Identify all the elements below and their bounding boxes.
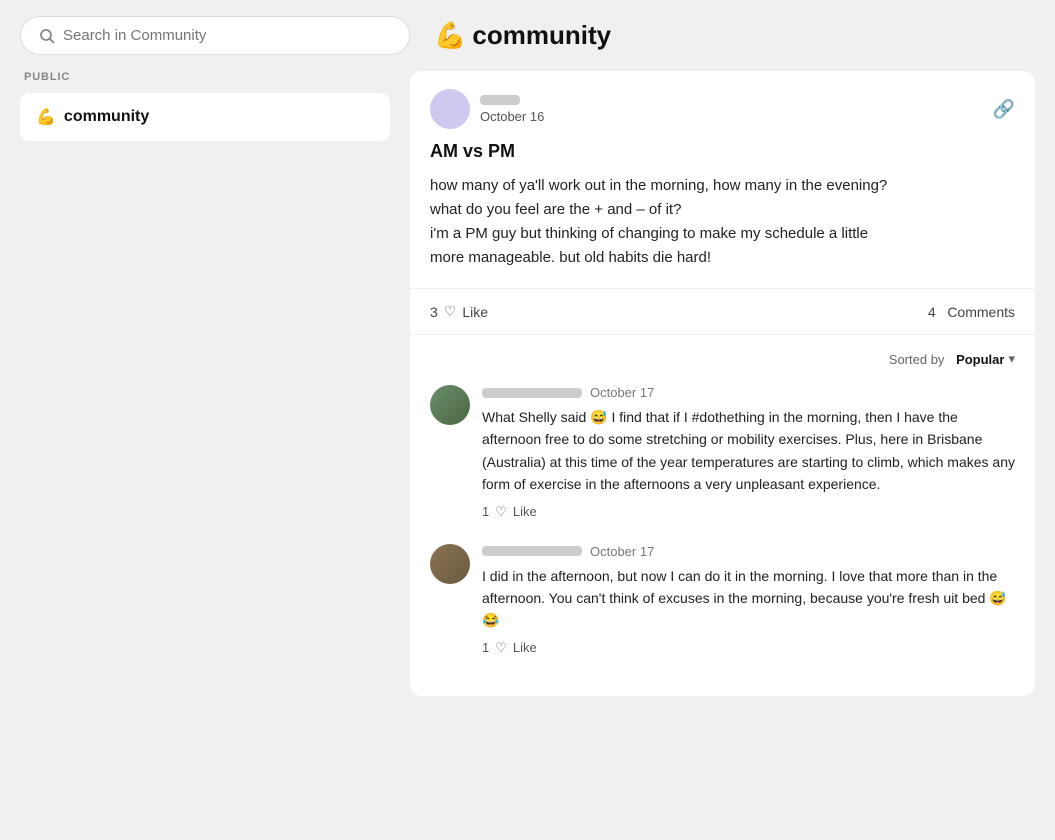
like-button[interactable]: 3 ♡ Like xyxy=(430,303,488,320)
search-input[interactable] xyxy=(63,27,391,44)
comment-1-text: What Shelly said 😅 I find that if I #dot… xyxy=(482,406,1015,496)
community-emoji: 💪 xyxy=(36,107,56,127)
sidebar-section-public: PUBLIC xyxy=(20,71,390,83)
community-label: community xyxy=(64,108,149,126)
sort-popular-button[interactable]: Popular xyxy=(956,352,1004,367)
post-date: October 16 xyxy=(480,109,544,124)
comment-1-content: October 17 What Shelly said 😅 I find tha… xyxy=(482,385,1015,520)
post-actions: 3 ♡ Like 4 Comments xyxy=(410,289,1035,335)
comment-1-heart-icon: ♡ xyxy=(495,504,507,520)
comment-2-author-row: October 17 xyxy=(482,544,1015,559)
title-emoji: 💪 xyxy=(434,20,466,51)
post-text: how many of ya'll work out in the mornin… xyxy=(430,174,1015,270)
post-title: AM vs PM xyxy=(430,141,1015,162)
comment-2-like-count: 1 xyxy=(482,640,489,655)
comment-2-avatar xyxy=(430,544,470,584)
sort-chevron[interactable]: ▾ xyxy=(1008,351,1015,367)
author-meta: October 16 xyxy=(480,95,544,124)
comment-1-date: October 17 xyxy=(590,385,654,400)
sidebar-item-community[interactable]: 💪 community xyxy=(20,93,390,141)
post-author-avatar xyxy=(430,89,470,129)
comment-item: October 17 What Shelly said 😅 I find tha… xyxy=(430,385,1015,520)
title-text: community xyxy=(472,20,611,51)
post-card: October 16 🔗 AM vs PM how many of ya'll … xyxy=(410,71,1035,696)
main-layout: PUBLIC 💪 community October 16 🔗 xyxy=(0,71,1055,840)
comment-1-like-button[interactable]: 1 ♡ Like xyxy=(482,504,1015,520)
link-icon[interactable]: 🔗 xyxy=(993,99,1015,120)
comment-2-name-blurred xyxy=(482,546,582,556)
comment-item: October 17 I did in the afternoon, but n… xyxy=(430,544,1015,656)
heart-icon: ♡ xyxy=(444,303,457,320)
header: 💪 community xyxy=(0,0,1055,71)
post-author-row: October 16 xyxy=(430,89,544,129)
comment-1-author-row: October 17 xyxy=(482,385,1015,400)
comment-1-avatar xyxy=(430,385,470,425)
sidebar: PUBLIC 💪 community xyxy=(20,71,410,820)
comment-2-content: October 17 I did in the afternoon, but n… xyxy=(482,544,1015,656)
search-icon xyxy=(39,28,55,44)
like-label: Like xyxy=(462,304,488,320)
author-name-blurred xyxy=(480,95,520,105)
comment-2-text: I did in the afternoon, but now I can do… xyxy=(482,565,1015,632)
comment-2-heart-icon: ♡ xyxy=(495,640,507,656)
content-area: October 16 🔗 AM vs PM how many of ya'll … xyxy=(410,71,1035,820)
like-count: 3 xyxy=(430,304,438,320)
comments-count: 4 Comments xyxy=(928,304,1015,320)
sort-prefix: Sorted by xyxy=(889,352,945,367)
comment-2-like-label: Like xyxy=(513,640,537,655)
post-body: AM vs PM how many of ya'll work out in t… xyxy=(410,141,1035,289)
comment-2-date: October 17 xyxy=(590,544,654,559)
comment-1-like-label: Like xyxy=(513,504,537,519)
comments-section: Sorted by Popular ▾ October 17 What Shel… xyxy=(410,335,1035,696)
sort-bar: Sorted by Popular ▾ xyxy=(430,351,1015,367)
post-header: October 16 🔗 xyxy=(410,71,1035,141)
page-title: 💪 community xyxy=(434,20,611,51)
comment-1-like-count: 1 xyxy=(482,504,489,519)
comment-2-like-button[interactable]: 1 ♡ Like xyxy=(482,640,1015,656)
search-bar[interactable] xyxy=(20,16,410,55)
comment-1-name-blurred xyxy=(482,388,582,398)
